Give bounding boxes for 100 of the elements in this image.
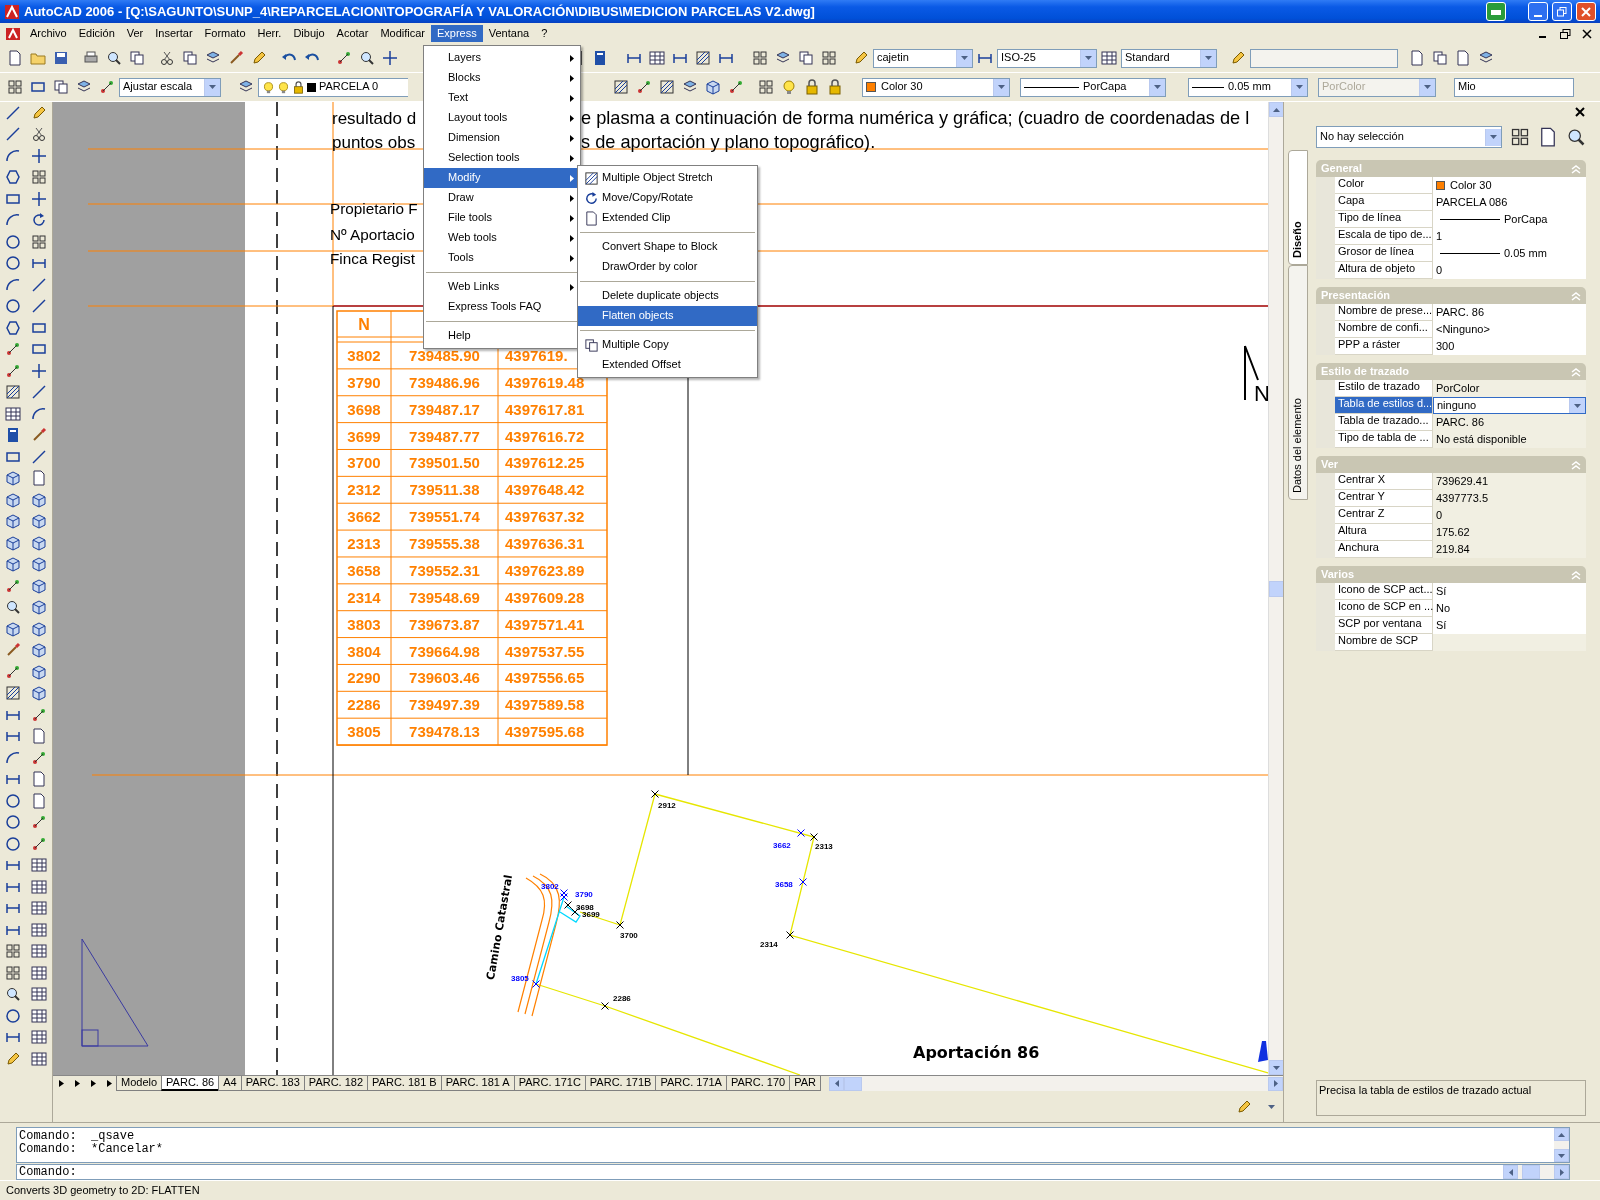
property-label[interactable]: Capa	[1335, 194, 1433, 210]
table-icon[interactable]	[649, 50, 665, 66]
selection-dropdown[interactable]: No hay selección	[1316, 126, 1502, 148]
node-icon[interactable]	[636, 79, 652, 95]
arc-icon[interactable]	[31, 405, 47, 422]
scroll-up-button[interactable]	[1268, 102, 1284, 117]
menu-item[interactable]: Edición	[72, 24, 121, 43]
arc-icon[interactable]	[5, 749, 21, 766]
hatch-icon[interactable]	[659, 79, 675, 95]
node-icon[interactable]	[31, 835, 47, 852]
property-label[interactable]: Centrar Z	[1335, 507, 1433, 523]
circle-icon[interactable]	[5, 1007, 21, 1024]
cube-icon[interactable]	[31, 663, 47, 680]
close-icon[interactable]	[1574, 106, 1586, 118]
node-icon[interactable]	[728, 79, 744, 95]
restore-icon[interactable]	[1558, 26, 1572, 41]
layout-tab[interactable]: PARC. 171C	[513, 1076, 586, 1091]
scroll-thumb[interactable]	[1268, 580, 1284, 597]
menu-item[interactable]: Archivo	[24, 24, 73, 43]
property-label[interactable]: Icono de SCP en ...	[1335, 600, 1433, 616]
hatch-icon[interactable]	[695, 50, 711, 66]
layout-tab[interactable]: PARC. 182	[303, 1076, 369, 1091]
menu-item[interactable]: Modificar	[374, 24, 431, 43]
scissors-icon[interactable]	[31, 126, 47, 143]
node-icon[interactable]	[5, 362, 21, 379]
hexagon-icon[interactable]	[5, 319, 21, 336]
lock-icon[interactable]	[827, 79, 843, 95]
hatch-icon[interactable]	[613, 79, 629, 95]
menu-item[interactable]: Ventana	[482, 24, 536, 43]
node-icon[interactable]	[5, 577, 21, 594]
menu-item[interactable]: Herr.	[251, 24, 288, 43]
copy-icon[interactable]	[129, 50, 145, 66]
property-label[interactable]: Altura	[1335, 524, 1433, 540]
bulb-icon[interactable]	[781, 79, 797, 95]
doc-icon[interactable]	[1455, 50, 1471, 66]
line-icon[interactable]	[31, 448, 47, 465]
property-label[interactable]: Centrar Y	[1335, 490, 1433, 506]
hatch-icon[interactable]	[5, 384, 21, 401]
menu-item[interactable]: Express Tools FAQ	[424, 297, 580, 317]
doc-icon[interactable]	[7, 50, 23, 66]
layout-tab[interactable]: PAR	[789, 1076, 821, 1091]
book-icon[interactable]	[592, 50, 608, 66]
menu-item[interactable]: Blocks	[424, 68, 580, 88]
node-icon[interactable]	[31, 814, 47, 831]
scroll-down-button[interactable]	[1268, 1060, 1284, 1075]
grid-icon[interactable]	[31, 169, 47, 186]
arc-icon[interactable]	[5, 276, 21, 293]
cube-icon[interactable]	[31, 642, 47, 659]
grid-icon[interactable]	[5, 943, 21, 960]
layout-tab[interactable]: PARC. 181 B	[367, 1076, 442, 1091]
cube-icon[interactable]	[31, 556, 47, 573]
table-icon[interactable]	[31, 857, 47, 874]
line-icon[interactable]	[31, 384, 47, 401]
menu-item[interactable]: Web tools	[424, 228, 580, 248]
cube-icon[interactable]	[5, 491, 21, 508]
scroll-thumb[interactable]	[844, 1076, 862, 1091]
cube-icon[interactable]	[31, 577, 47, 594]
menu-item[interactable]: Multiple Copy	[578, 335, 757, 355]
pencil-icon[interactable]	[31, 104, 47, 121]
node-icon[interactable]	[99, 79, 115, 95]
menu-item[interactable]: Help	[424, 326, 580, 346]
zoom-icon[interactable]	[5, 599, 21, 616]
menu-item[interactable]: Draw	[424, 188, 580, 208]
table-icon[interactable]	[31, 943, 47, 960]
menu-item[interactable]: Ver	[120, 24, 150, 43]
cube-icon[interactable]	[31, 513, 47, 530]
property-label[interactable]: Nombre de confi...	[1335, 321, 1433, 337]
scale-dropdown[interactable]: Ajustar escala	[119, 77, 221, 97]
property-label[interactable]: Icono de SCP act...	[1335, 583, 1433, 599]
zoom-icon[interactable]	[106, 50, 122, 66]
circle-icon[interactable]	[5, 835, 21, 852]
copy-icon[interactable]	[1432, 50, 1448, 66]
layout-tab[interactable]: PARC. 183	[240, 1076, 305, 1091]
menu-item[interactable]: Tools	[424, 248, 580, 268]
menu-item[interactable]: Extended Offset	[578, 355, 757, 375]
layer-dropdown[interactable]: PARCELA 0	[258, 77, 408, 97]
arc-icon[interactable]	[5, 147, 21, 164]
menu-item[interactable]: Acotar	[330, 24, 375, 43]
table-icon[interactable]	[31, 1029, 47, 1046]
zoom-icon[interactable]	[359, 50, 375, 66]
doc-icon[interactable]	[1538, 127, 1558, 147]
cube-icon[interactable]	[5, 534, 21, 551]
menu-item[interactable]: File tools	[424, 208, 580, 228]
property-label[interactable]: PPP a ráster	[1335, 338, 1433, 354]
rectangle-icon[interactable]	[30, 79, 46, 95]
property-label[interactable]: Nombre de SCP	[1335, 634, 1433, 650]
property-label[interactable]: Tipo de línea	[1335, 211, 1433, 227]
pencil-icon[interactable]	[853, 50, 869, 66]
tray-button[interactable]	[1486, 2, 1506, 21]
layout-tab[interactable]: PARC. 171A	[655, 1076, 727, 1091]
scissors-icon[interactable]	[159, 50, 175, 66]
cross-icon[interactable]	[382, 50, 398, 66]
close-icon[interactable]	[1580, 26, 1594, 41]
menu-item[interactable]: Move/Copy/Rotate	[578, 188, 757, 208]
cube-icon[interactable]	[5, 556, 21, 573]
line-icon[interactable]	[31, 298, 47, 315]
layout-tab[interactable]: PARC. 170	[725, 1076, 791, 1091]
menu-item[interactable]: Dibujo	[287, 24, 331, 43]
linetype-dropdown[interactable]: PorCapa	[1020, 77, 1166, 97]
brush-icon[interactable]	[228, 50, 244, 66]
